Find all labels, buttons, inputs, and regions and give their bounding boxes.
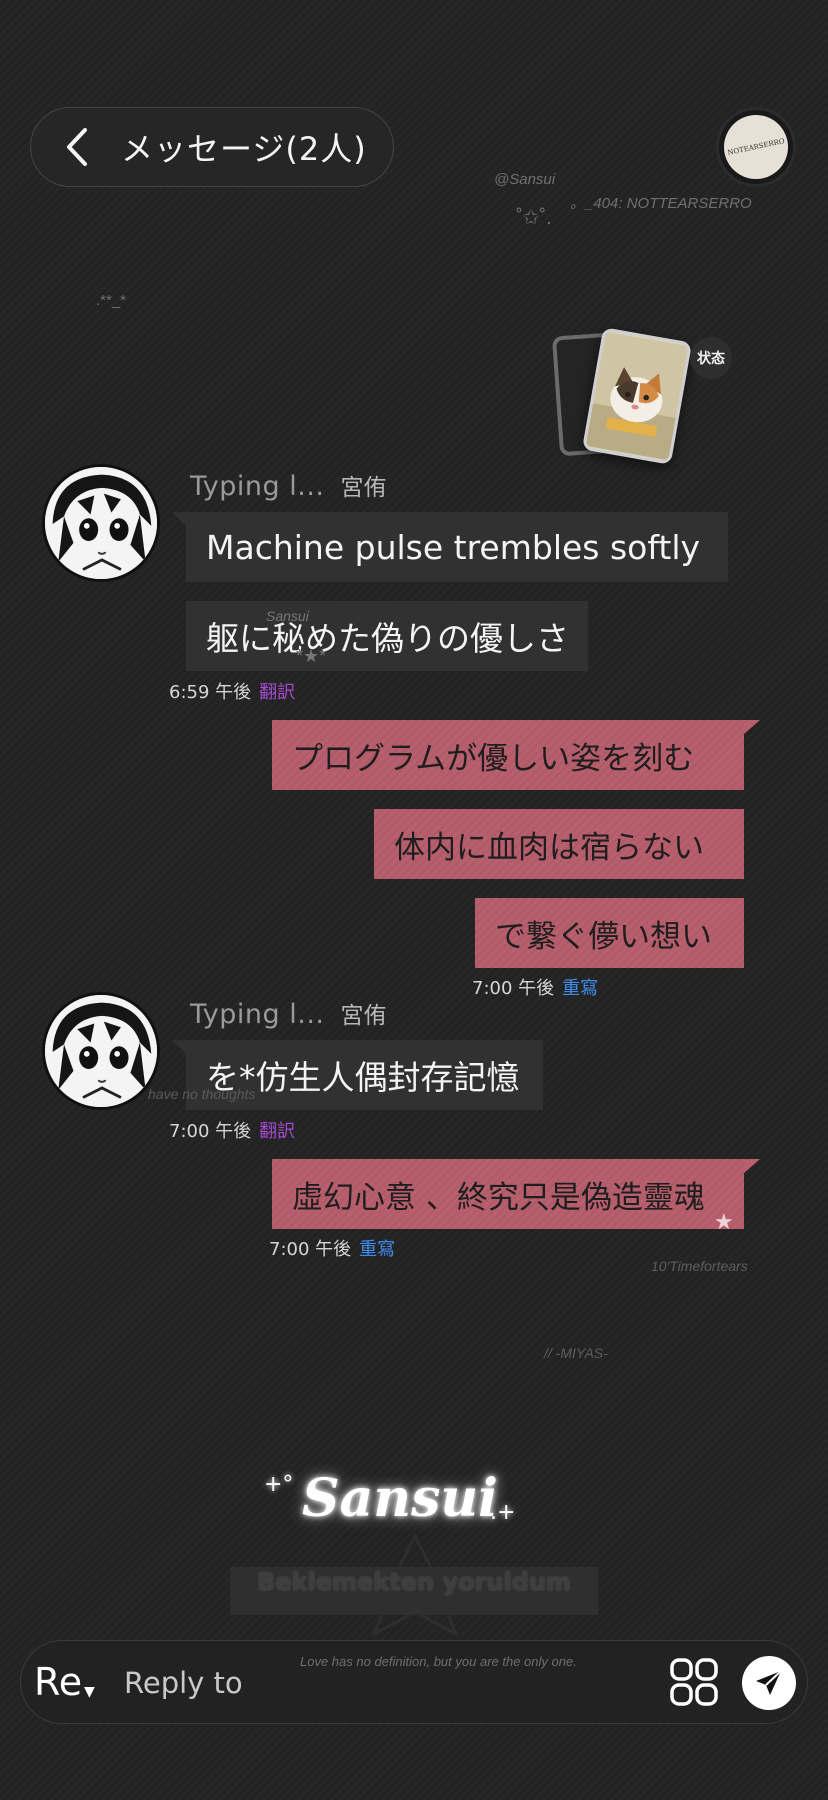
message-bubble[interactable]: 躯に秘めた偽りの優しさ — [186, 601, 588, 671]
sender-name-line: Typing l... 宮侑 — [190, 468, 387, 502]
signature-subtitle: Beklemekten yoruldum — [256, 1568, 572, 1596]
avatar-text: NOTEARSERRO — [726, 137, 786, 157]
cat-image — [585, 331, 689, 461]
message-time: 7:00 午後 — [269, 1239, 352, 1260]
anime-avatar-image — [45, 467, 157, 579]
sender-name: 宮侑 — [340, 475, 387, 501]
apps-grid-icon[interactable] — [668, 1656, 720, 1708]
message-meta: 7:00 午後 重寫 — [269, 1235, 395, 1261]
deco-caption: have no thoughts — [148, 1086, 256, 1102]
rewrite-link[interactable]: 重寫 — [359, 1239, 395, 1260]
sender-name: 宮侑 — [340, 1003, 387, 1029]
message-time: 7:00 午後 — [169, 1121, 252, 1142]
avatar[interactable] — [42, 992, 160, 1110]
message-bubble[interactable]: プログラムが優しい姿を刻む — [272, 720, 744, 790]
send-icon — [756, 1670, 782, 1695]
message-meta: 7:00 午後 翻訳 — [169, 1117, 295, 1143]
translate-link[interactable]: 翻訳 — [259, 1121, 295, 1142]
signature-suffix: .+ — [490, 1500, 516, 1525]
message-meta: 7:00 午後 重寫 — [472, 974, 598, 1000]
sender-nickname: Typing l... — [190, 999, 325, 1030]
deco-sparkle: ˚✩˚. — [516, 207, 552, 229]
message-bubble[interactable]: 虛幻心意 、終究只是偽造靈魂 — [272, 1159, 744, 1229]
bubble-tail — [744, 720, 760, 734]
deco-dots: .**_* — [96, 292, 127, 309]
anime-avatar-image — [45, 995, 157, 1107]
deco-watermark-stars: *★* — [296, 646, 327, 666]
deco-caption: 10'Timefortears — [651, 1258, 748, 1274]
sender-nickname: Typing l... — [190, 471, 325, 502]
message-bubble[interactable]: で繋ぐ儚い想い — [475, 898, 744, 968]
group-avatar[interactable]: NOTEARSERRO — [716, 107, 796, 187]
bubble-tail — [744, 1159, 760, 1173]
bubble-tail — [172, 1040, 186, 1054]
message-bubble[interactable]: Machine pulse trembles softly — [186, 512, 728, 582]
deco-handle: @Sansui — [494, 171, 556, 188]
star-icon: ★ — [714, 1210, 734, 1235]
chevron-left-icon — [67, 128, 87, 166]
translate-link[interactable]: 翻訳 — [259, 682, 295, 703]
signature-text: Sansui — [302, 1468, 498, 1529]
message-meta: 6:59 午後 翻訳 — [169, 678, 295, 704]
page-title: メッセージ(2人) — [121, 130, 367, 168]
message-time: 7:00 午後 — [472, 978, 555, 999]
rewrite-link[interactable]: 重寫 — [562, 978, 598, 999]
caret-down-icon[interactable]: ▼ — [84, 1684, 95, 1700]
status-badge[interactable]: 状态 — [690, 337, 732, 379]
message-time: 6:59 午後 — [169, 682, 252, 703]
back-button[interactable]: メッセージ(2人) — [30, 107, 394, 187]
deco-caption: // -MIYAS- — [544, 1345, 608, 1361]
deco-watermark: Sansui — [266, 608, 309, 624]
send-button[interactable] — [742, 1656, 796, 1710]
sender-name-line: Typing l... 宮侑 — [190, 996, 387, 1030]
reply-input[interactable] — [122, 1660, 646, 1706]
message-bubble[interactable]: 体内に血肉は宿らない — [374, 809, 744, 879]
avatar[interactable] — [42, 464, 160, 582]
bubble-tail — [172, 512, 186, 526]
reply-mode-selector[interactable]: Re — [34, 1660, 82, 1704]
deco-tag: 。_404: NOTTEARSERRO — [570, 195, 752, 212]
